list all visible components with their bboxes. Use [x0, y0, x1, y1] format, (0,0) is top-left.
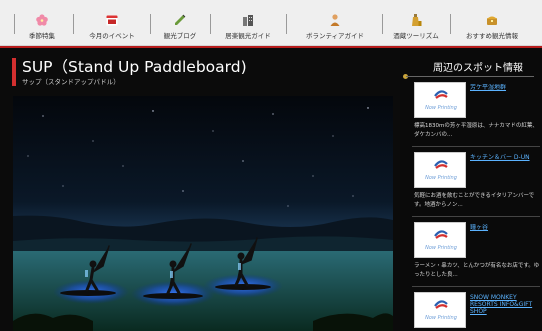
- nav-item-seasonal[interactable]: 季節特集: [20, 6, 64, 40]
- now-printing-label: Now Printing: [425, 105, 457, 111]
- guide-person-icon: [330, 14, 340, 26]
- now-printing-label: Now Printing: [425, 315, 457, 321]
- spot-name-link[interactable]: 鐘ヶ谷: [470, 224, 542, 231]
- buildings-icon: [243, 15, 253, 26]
- nav-divider: [73, 14, 74, 34]
- spot-item[interactable]: Now Printing 鐘ヶ谷 ラーメン・串カツ、とんかつが有名なお店です。ゆ…: [412, 222, 542, 284]
- nav-item-sake-tourism[interactable]: 酒蔵ツーリズム: [388, 6, 444, 40]
- spot-divider: [412, 146, 540, 147]
- spot-item[interactable]: Now Printing SNOW MONKEY RESORTS INFO&GI…: [412, 292, 542, 331]
- night-paddleboard-photo: [13, 96, 393, 331]
- nav-item-guide[interactable]: 居楽観光ガイド: [218, 6, 278, 40]
- nav-item-label: 居楽観光ガイド: [225, 32, 271, 40]
- nav-item-volunteer-guide[interactable]: ボランティアガイド: [294, 6, 376, 40]
- nav-divider: [450, 14, 451, 34]
- nav-item-events[interactable]: 今月のイベント: [82, 6, 142, 40]
- sake-bottle-icon: [412, 14, 422, 26]
- nav-item-blog[interactable]: 観光ブログ: [158, 6, 202, 40]
- nav-divider: [14, 14, 15, 34]
- nav-item-label: ボランティアガイド: [305, 32, 365, 40]
- spot-thumbnail[interactable]: Now Printing: [414, 82, 466, 118]
- spot-name-link[interactable]: 芳ケ平湿地群: [470, 84, 542, 91]
- calendar-icon: [106, 15, 118, 26]
- spot-thumbnail[interactable]: Now Printing: [414, 152, 466, 188]
- spot-name-link[interactable]: キッチン＆バー D-UN: [470, 154, 542, 161]
- nav-divider: [382, 14, 383, 34]
- nav-item-label: 季節特集: [29, 32, 55, 40]
- nav-divider: [210, 14, 211, 34]
- placeholder-logo-icon: [434, 230, 448, 239]
- page-title: SUP（Stand Up Paddleboard): [22, 58, 247, 76]
- pencil-icon: [175, 14, 186, 25]
- spot-divider: [412, 216, 540, 217]
- spot-description: ラーメン・串カツ、とんかつが有名なお店です。ゆったりとした良...: [414, 263, 540, 278]
- top-navigation: 季節特集 今月のイベント 観光ブログ 居楽観光ガイド ボランティアガイド 酒蔵ツ…: [0, 0, 542, 46]
- title-accent-bar: [12, 58, 16, 86]
- hero-image: [13, 96, 393, 331]
- spot-item[interactable]: Now Printing キッチン＆バー D-UN 気軽にお酒を飲むことができる…: [412, 152, 542, 214]
- page-subtitle: サップ（スタンドアップパドル）: [22, 78, 120, 86]
- nav-divider: [150, 14, 151, 34]
- spot-thumbnail[interactable]: Now Printing: [414, 222, 466, 258]
- nav-item-label: 酒蔵ツーリズム: [393, 32, 439, 40]
- sidebar-title: 周辺のスポット情報: [433, 63, 523, 74]
- treasure-icon: [487, 16, 497, 25]
- spot-thumbnail[interactable]: Now Printing: [414, 292, 466, 328]
- spot-description: 気軽にお酒を飲むことができるイタリアンバーです。地酒からノン...: [414, 193, 535, 208]
- now-printing-label: Now Printing: [425, 245, 457, 251]
- nav-item-label: 観光ブログ: [163, 32, 197, 40]
- now-printing-label: Now Printing: [425, 175, 457, 181]
- spot-description: 標高1830mの芳ヶ平湿原は、ナナカマドの紅葉、ダケカンバの...: [414, 123, 538, 138]
- cherry-blossom-icon: [36, 14, 48, 26]
- placeholder-logo-icon: [434, 300, 448, 309]
- spot-name-link[interactable]: SNOW MONKEY RESORTS INFO&GIFT SHOP: [470, 294, 542, 315]
- sidebar-title-underline: [406, 76, 534, 77]
- nav-item-label: 今月のイベント: [89, 32, 135, 40]
- nav-item-recommended[interactable]: おすすめ観光情報: [452, 6, 532, 40]
- nav-divider: [286, 14, 287, 34]
- placeholder-logo-icon: [434, 160, 448, 169]
- spot-item[interactable]: Now Printing 芳ケ平湿地群 標高1830mの芳ヶ平湿原は、ナナカマド…: [412, 82, 542, 144]
- nav-item-label: おすすめ観光情報: [466, 32, 518, 40]
- spot-divider: [412, 286, 540, 287]
- placeholder-logo-icon: [434, 90, 448, 99]
